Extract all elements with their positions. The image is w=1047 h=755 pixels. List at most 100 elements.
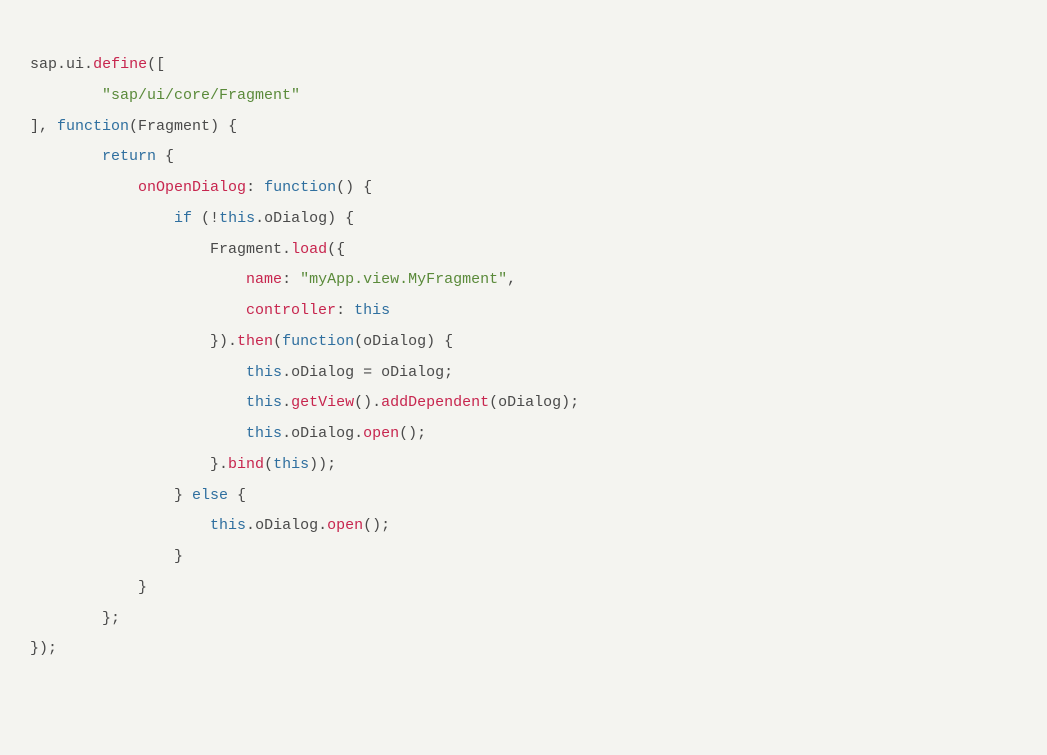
code-token: ({	[327, 241, 345, 258]
code-line: ], function(Fragment) {	[30, 118, 237, 135]
code-line: this.oDialog.open();	[30, 517, 390, 534]
code-token: });	[30, 640, 57, 657]
code-line: this.oDialog.open();	[30, 425, 426, 442]
code-token: this	[246, 364, 282, 381]
code-token: this	[246, 425, 282, 442]
code-token: onOpenDialog	[138, 179, 246, 196]
code-token: .	[318, 517, 327, 534]
code-token: ) {	[426, 333, 453, 350]
code-content: sap.ui.define([ "sap/ui/core/Fragment" ]…	[30, 56, 579, 657]
code-token: this	[354, 302, 390, 319]
code-token: open	[327, 517, 363, 534]
code-token: then	[237, 333, 273, 350]
code-token: oDialog	[291, 364, 354, 381]
code-token	[30, 394, 246, 411]
code-line: }.bind(this));	[30, 456, 336, 473]
code-token: .	[255, 210, 264, 227]
code-token: }	[30, 487, 192, 504]
code-token: ],	[30, 118, 57, 135]
code-line: });	[30, 640, 57, 657]
code-line: onOpenDialog: function() {	[30, 179, 372, 196]
code-token: sap	[30, 56, 57, 73]
code-line: this.getView().addDependent(oDialog);	[30, 394, 579, 411]
code-token: (	[354, 333, 363, 350]
code-token	[30, 179, 138, 196]
code-line: this.oDialog = oDialog;	[30, 364, 453, 381]
code-token	[30, 210, 174, 227]
code-token: name	[246, 271, 282, 288]
code-token: open	[363, 425, 399, 442]
code-token: (	[489, 394, 498, 411]
code-line: }).then(function(oDialog) {	[30, 333, 453, 350]
code-token: ([	[147, 56, 165, 73]
code-token	[30, 87, 102, 104]
code-token: ();	[363, 517, 390, 534]
code-token: this	[246, 394, 282, 411]
code-token: oDialog	[381, 364, 444, 381]
code-token: else	[192, 487, 228, 504]
code-token: () {	[336, 179, 372, 196]
code-line: };	[30, 610, 120, 627]
code-token: ));	[309, 456, 336, 473]
code-token: }	[30, 579, 147, 596]
code-token: }).	[30, 333, 237, 350]
code-token: ().	[354, 394, 381, 411]
code-line: Fragment.load({	[30, 241, 345, 258]
code-line: return {	[30, 148, 174, 165]
code-token	[30, 148, 102, 165]
code-token: ();	[399, 425, 426, 442]
code-token: .	[282, 425, 291, 442]
code-token	[30, 517, 210, 534]
code-token: oDialog	[498, 394, 561, 411]
code-token: getView	[291, 394, 354, 411]
code-token: (!	[192, 210, 219, 227]
code-token: this	[210, 517, 246, 534]
code-token: .	[57, 56, 66, 73]
code-token: (	[129, 118, 138, 135]
code-token: Fragment	[138, 118, 210, 135]
code-token: this	[273, 456, 309, 473]
code-token: this	[219, 210, 255, 227]
code-token: oDialog	[264, 210, 327, 227]
code-token: .	[84, 56, 93, 73]
code-line: sap.ui.define([	[30, 56, 165, 73]
code-token	[30, 302, 246, 319]
code-token	[30, 425, 246, 442]
code-token: function	[264, 179, 336, 196]
code-token: ;	[444, 364, 453, 381]
code-token: ) {	[210, 118, 237, 135]
code-token: "sap/ui/core/Fragment"	[102, 87, 300, 104]
code-line: "sap/ui/core/Fragment"	[30, 87, 300, 104]
code-token	[30, 271, 246, 288]
code-line: } else {	[30, 487, 246, 504]
code-token: .	[282, 364, 291, 381]
code-token: );	[561, 394, 579, 411]
code-token: =	[354, 364, 381, 381]
code-token	[30, 241, 210, 258]
code-token: return	[102, 148, 156, 165]
code-token: function	[282, 333, 354, 350]
code-token: :	[282, 271, 300, 288]
code-token: ,	[507, 271, 516, 288]
code-token: {	[156, 148, 174, 165]
code-token: .	[282, 241, 291, 258]
code-token: (	[273, 333, 282, 350]
code-token: :	[336, 302, 354, 319]
code-token: ) {	[327, 210, 354, 227]
code-line: }	[30, 548, 183, 565]
code-token: "myApp.view.MyFragment"	[300, 271, 507, 288]
code-block: sap.ui.define([ "sap/ui/core/Fragment" ]…	[0, 0, 1047, 715]
code-token: .	[354, 425, 363, 442]
code-line: }	[30, 579, 147, 596]
code-token: bind	[228, 456, 264, 473]
code-token: controller	[246, 302, 336, 319]
code-token	[30, 364, 246, 381]
code-token: (	[264, 456, 273, 473]
code-token: load	[291, 241, 327, 258]
code-line: name: "myApp.view.MyFragment",	[30, 271, 516, 288]
code-token: .	[282, 394, 291, 411]
code-line: if (!this.oDialog) {	[30, 210, 354, 227]
code-token: ui	[66, 56, 84, 73]
code-token: oDialog	[255, 517, 318, 534]
code-token: if	[174, 210, 192, 227]
